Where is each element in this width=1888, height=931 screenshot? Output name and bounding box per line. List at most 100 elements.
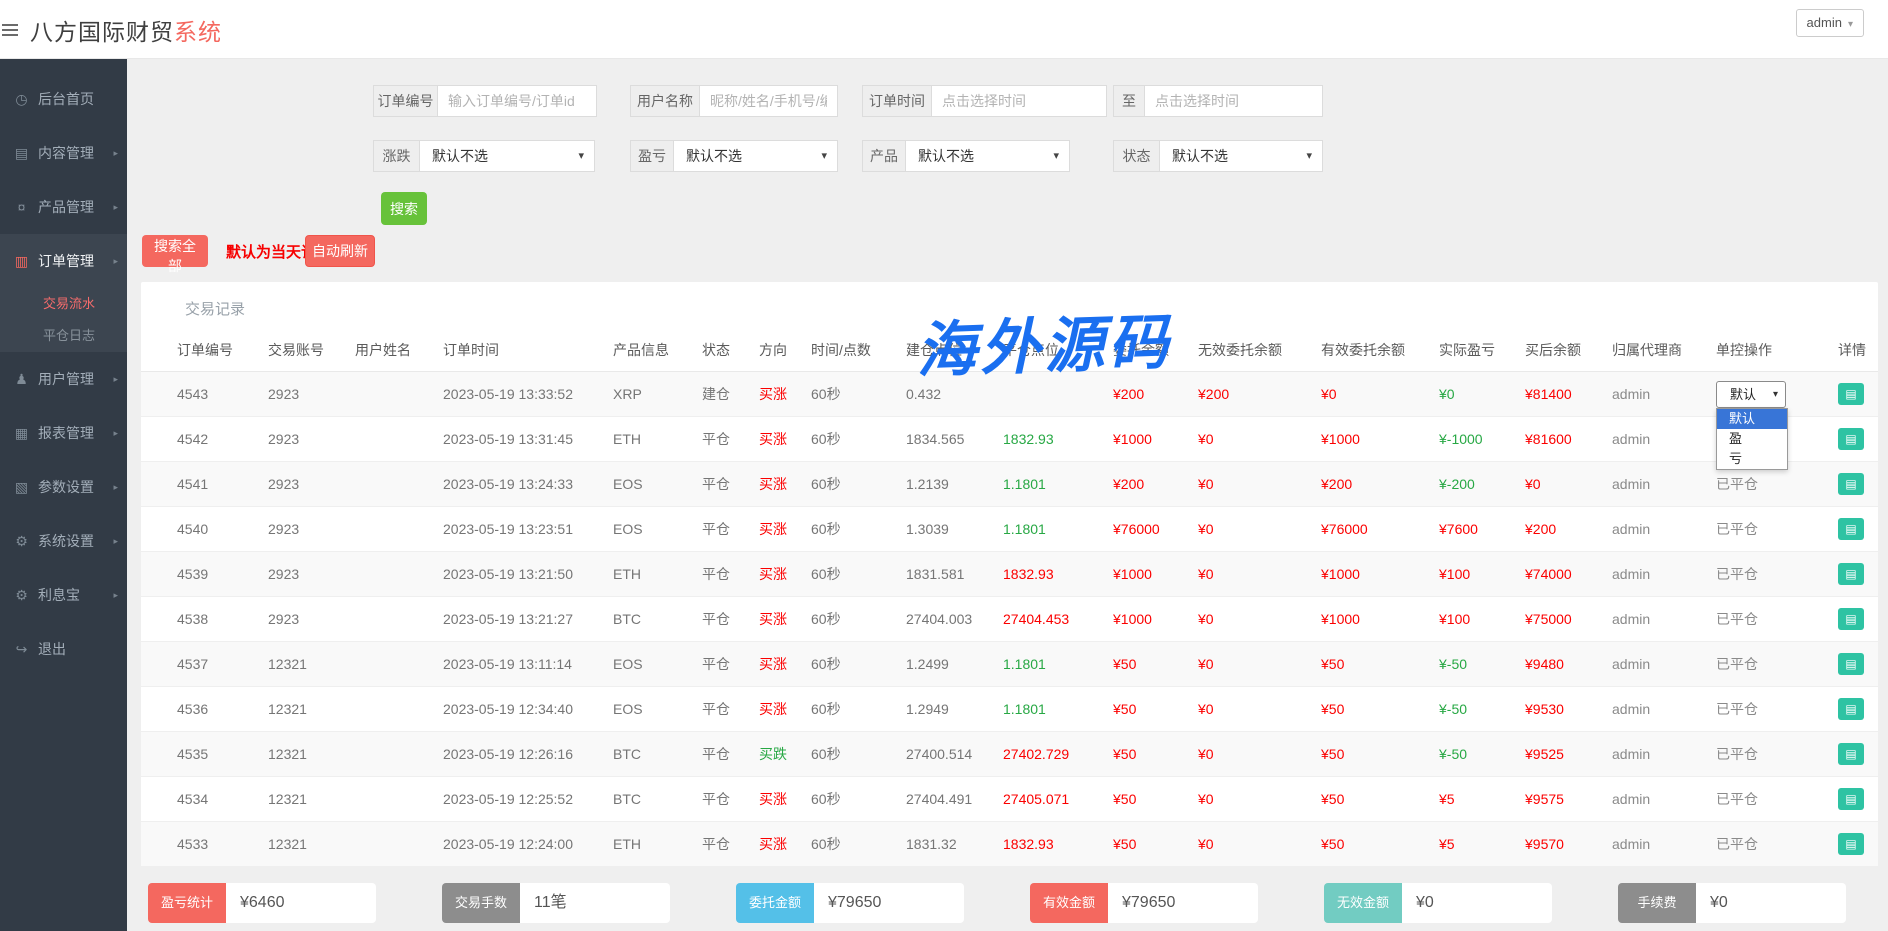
- user-name-input[interactable]: [699, 85, 838, 117]
- search-all-button[interactable]: 搜索全部: [142, 235, 208, 267]
- column-header: 时间/点数: [811, 329, 906, 372]
- cell-profit: ¥7600: [1439, 507, 1525, 552]
- filter-label-order-id: 订单编号: [373, 85, 438, 117]
- control-option[interactable]: 默认: [1717, 409, 1787, 429]
- amount-value: ¥50: [1113, 746, 1136, 762]
- sidebar-item-system[interactable]: ⚙系统设置▸: [0, 514, 127, 568]
- amount-value: ¥200: [1198, 386, 1229, 402]
- status-select[interactable]: 默认不选▾: [1159, 140, 1323, 172]
- cell-product: EOS: [613, 462, 702, 507]
- product-select[interactable]: 默认不选▾: [905, 140, 1070, 172]
- detail-button[interactable]: ▤: [1838, 473, 1864, 495]
- order-time-end-input[interactable]: [1144, 85, 1323, 117]
- cell-time: 2023-05-19 12:25:52: [443, 777, 613, 822]
- cell-account: 2923: [268, 507, 355, 552]
- control-option[interactable]: 盈: [1717, 429, 1787, 449]
- rise-fall-select[interactable]: 默认不选▾: [419, 140, 595, 172]
- cell-account: 12321: [268, 642, 355, 687]
- logout-icon: ↪: [13, 641, 30, 658]
- sidebar-item-content[interactable]: ▤内容管理▸: [0, 126, 127, 180]
- auto-refresh-button[interactable]: 自动刷新: [305, 235, 375, 267]
- detail-button[interactable]: ▤: [1838, 788, 1864, 810]
- cell-agent: admin: [1612, 732, 1716, 777]
- cell-invalid: ¥0: [1198, 777, 1321, 822]
- cell-invalid: ¥0: [1198, 417, 1321, 462]
- stat-value: ¥6460: [226, 883, 376, 923]
- cell-product: EOS: [613, 642, 702, 687]
- detail-button[interactable]: ▤: [1838, 743, 1864, 765]
- profit-loss-select[interactable]: 默认不选▾: [673, 140, 838, 172]
- cell-control: 已平仓: [1716, 777, 1838, 822]
- cell-entrust: ¥50: [1113, 642, 1198, 687]
- cell-profit: ¥-50: [1439, 732, 1525, 777]
- cell-open: 1.3039: [906, 507, 1003, 552]
- amount-value: ¥75000: [1525, 611, 1572, 627]
- closed-label: 已平仓: [1716, 611, 1758, 627]
- detail-button[interactable]: ▤: [1838, 518, 1864, 540]
- cell-account: 2923: [268, 372, 355, 417]
- search-button[interactable]: 搜索: [381, 192, 427, 225]
- amount-value: ¥0: [1198, 611, 1214, 627]
- table-row: 4533123212023-05-19 12:24:00ETH平仓买涨60秒18…: [141, 822, 1878, 867]
- cell-name: [355, 822, 443, 867]
- cell-after: ¥75000: [1525, 597, 1612, 642]
- cell-name: [355, 597, 443, 642]
- order-time-start-input[interactable]: [931, 85, 1107, 117]
- cell-open: 27400.514: [906, 732, 1003, 777]
- sidebar-subitem-trade-flow[interactable]: 交易流水: [0, 288, 127, 320]
- hamburger-menu-icon[interactable]: [2, 21, 18, 39]
- cell-agent: admin: [1612, 372, 1716, 417]
- sidebar-item-params[interactable]: ▧参数设置▸: [0, 460, 127, 514]
- cell-account: 2923: [268, 462, 355, 507]
- amount-value: ¥200: [1321, 476, 1352, 492]
- detail-button[interactable]: ▤: [1838, 833, 1864, 855]
- admin-user-label: admin: [1807, 15, 1842, 30]
- profit-loss-select-value: 默认不选: [686, 148, 742, 164]
- amount-value: ¥81600: [1525, 431, 1572, 447]
- detail-button[interactable]: ▤: [1838, 383, 1864, 405]
- cell-name: [355, 417, 443, 462]
- amount-value: ¥1000: [1321, 611, 1360, 627]
- detail-button[interactable]: ▤: [1838, 563, 1864, 585]
- sidebar-item-logout[interactable]: ↪退出: [0, 622, 127, 676]
- filter-label-product: 产品: [862, 140, 906, 172]
- chevron-right-icon: ▸: [113, 202, 118, 213]
- amount-value: ¥50: [1113, 701, 1136, 717]
- control-select[interactable]: 默认▾默认盈亏: [1716, 381, 1786, 408]
- cell-name: [355, 372, 443, 417]
- sidebar-item-order[interactable]: ▥订单管理▸: [0, 234, 127, 288]
- column-header: 方向: [759, 329, 811, 372]
- stat-value: ¥0: [1696, 883, 1846, 923]
- chevron-right-icon: ▸: [113, 256, 118, 267]
- cell-time: 2023-05-19 12:26:16: [443, 732, 613, 777]
- detail-button[interactable]: ▤: [1838, 653, 1864, 675]
- detail-button[interactable]: ▤: [1838, 608, 1864, 630]
- cell-direction: 买涨: [759, 687, 811, 732]
- sidebar-item-label: 内容管理: [38, 143, 94, 163]
- order-id-input[interactable]: [437, 85, 597, 117]
- sidebar-item-product[interactable]: ¤产品管理▸: [0, 180, 127, 234]
- stat-group: 有效金额¥79650: [1030, 883, 1258, 923]
- sidebar-item-interest[interactable]: ⚙利息宝▸: [0, 568, 127, 622]
- cell-entrust: ¥200: [1113, 372, 1198, 417]
- cell-duration: 60秒: [811, 372, 906, 417]
- sidebar-item-dashboard[interactable]: ◷后台首页: [0, 72, 127, 126]
- sidebar-menu: ◷后台首页▤内容管理▸¤产品管理▸▥订单管理▸交易流水平仓日志♟用户管理▸▦报表…: [0, 58, 127, 931]
- detail-button[interactable]: ▤: [1838, 698, 1864, 720]
- admin-user-dropdown[interactable]: admin▾: [1796, 9, 1864, 37]
- cell-valid: ¥50: [1321, 687, 1439, 732]
- cell-status: 平仓: [702, 777, 759, 822]
- app-title: 八方国际财贸系统: [30, 13, 222, 47]
- detail-button[interactable]: ▤: [1838, 428, 1864, 450]
- sidebar-item-label: 产品管理: [38, 197, 94, 217]
- control-option[interactable]: 亏: [1717, 449, 1787, 469]
- cell-open: 1834.565: [906, 417, 1003, 462]
- amount-value: ¥50: [1113, 836, 1136, 852]
- control-select-value: 默认: [1730, 387, 1756, 402]
- sidebar-item-report[interactable]: ▦报表管理▸: [0, 406, 127, 460]
- sidebar-item-user[interactable]: ♟用户管理▸: [0, 352, 127, 406]
- sidebar-subitem-close-log[interactable]: 平仓日志: [0, 320, 127, 352]
- column-header: 单控操作: [1716, 329, 1838, 372]
- cell-account: 12321: [268, 822, 355, 867]
- cell-after: ¥81400: [1525, 372, 1612, 417]
